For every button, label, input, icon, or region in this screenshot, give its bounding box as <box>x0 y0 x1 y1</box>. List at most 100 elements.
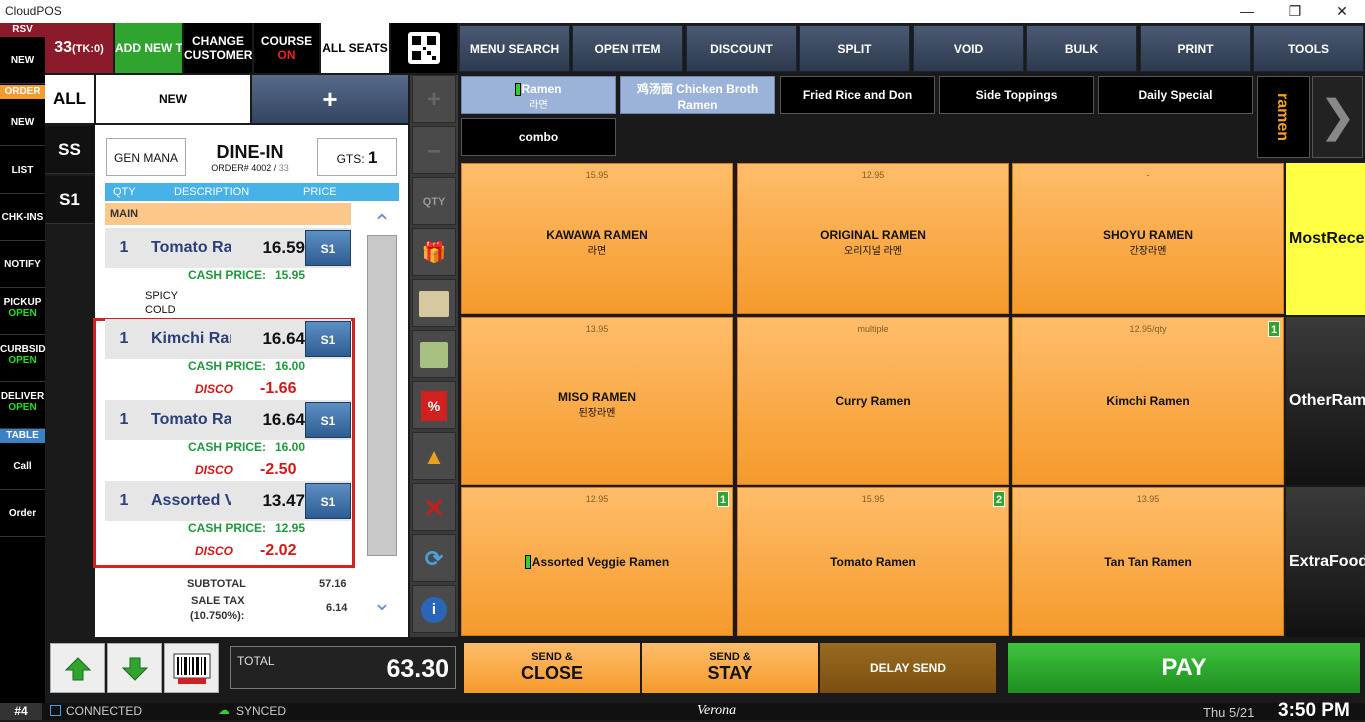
menu-item-tile[interactable]: 13.95 Tan Tan Ramen <box>1012 487 1284 636</box>
menu-item-tile[interactable]: 12.95/qty Kimchi Ramen 1 <box>1012 317 1284 485</box>
add-seat-button[interactable]: + <box>252 75 408 123</box>
decrease-qty-icon[interactable]: – <box>412 126 456 174</box>
ticket-item[interactable]: 1 Tomato Ramen 16.64 S1 <box>105 400 351 440</box>
list-button[interactable]: LIST <box>0 147 45 194</box>
scroll-down-icon[interactable]: ⌄ <box>367 590 397 615</box>
server-name[interactable]: GEN MANA <box>106 138 186 176</box>
location-name: Verona <box>697 703 737 718</box>
course-button[interactable]: COURSE ON <box>254 23 319 73</box>
seat-button[interactable]: S1 <box>305 230 351 266</box>
group-other-ramen[interactable]: OtherRamen <box>1286 317 1365 485</box>
memo-icon[interactable] <box>412 279 456 327</box>
change-label: CHANGE <box>191 34 244 48</box>
delay-send-button[interactable]: DELAY SEND <box>820 643 996 693</box>
call-button[interactable]: Call <box>0 443 45 490</box>
pickup-button[interactable]: PICKUP OPEN <box>0 288 45 335</box>
move-down-button[interactable] <box>107 643 162 693</box>
fire-icon[interactable]: ▲ <box>412 432 456 480</box>
ticket-item[interactable]: 1 Assorted Veggie Ramen 13.47 S1 <box>105 481 351 521</box>
percent-off-icon[interactable]: % <box>412 381 456 429</box>
barcode-button[interactable] <box>164 643 219 693</box>
tile-count-badge: 1 <box>1268 321 1280 337</box>
info-icon[interactable]: i <box>412 585 456 633</box>
close-icon[interactable]: ✕ <box>1330 2 1354 20</box>
checklist-icon[interactable] <box>412 330 456 378</box>
group-most-recent[interactable]: MostRecent <box>1286 163 1365 315</box>
menu-item-tile[interactable]: 15.95 Tomato Ramen 2 <box>737 487 1009 636</box>
subtotal-value: 57.16 <box>319 578 347 590</box>
tab-new[interactable]: NEW <box>96 75 250 123</box>
next-page-icon[interactable]: ❯ <box>1312 76 1363 158</box>
menu-open-item-button[interactable]: OPEN ITEM <box>572 25 683 72</box>
menu-bulk-button[interactable]: BULK <box>1026 25 1137 72</box>
order-new-button[interactable]: NEW <box>0 99 45 146</box>
menu-item-tile[interactable]: 12.95 ORIGINAL RAMEN 오리지널 라멘 <box>737 163 1009 314</box>
menu-item-tile[interactable]: - SHOYU RAMEN 간장라멘 <box>1012 163 1284 314</box>
restore-icon[interactable]: ❐ <box>1283 2 1307 20</box>
menu-item-tile[interactable]: 15.95 KAWAWA RAMEN 라면 <box>461 163 733 314</box>
delivery-button[interactable]: DELIVER OPEN <box>0 382 45 429</box>
tax-rate: (10.750%): <box>190 610 245 622</box>
seat-button[interactable]: S1 <box>305 402 351 438</box>
notify-button[interactable]: NOTIFY <box>0 241 45 288</box>
category-chicken-broth[interactable]: 鸡汤面 Chicken Broth Ramen <box>620 76 775 114</box>
send-close-top: SEND & <box>531 651 573 663</box>
tile-price: 13.95 <box>1136 494 1160 504</box>
date-display: Thu 5/21 <box>1203 705 1255 720</box>
tab-ss[interactable]: SS <box>45 126 94 174</box>
ticket-item[interactable]: 1 Tomato Ramen 16.59 S1 <box>105 228 351 268</box>
menu-split-button[interactable]: SPLIT <box>799 25 910 72</box>
subtotal-label: SUBTOTAL <box>187 578 246 590</box>
pay-button[interactable]: PAY <box>1008 643 1360 693</box>
send-close-button[interactable]: SEND & CLOSE <box>464 643 640 693</box>
ticket-item[interactable]: 1 Kimchi Ramen 16.64 S1 <box>105 319 351 359</box>
all-seats-button[interactable]: ALL SEATS <box>321 23 389 73</box>
menu-item-tile[interactable]: multiple Curry Ramen <box>737 317 1009 485</box>
category-combo[interactable]: combo <box>461 118 616 156</box>
category-daily-special[interactable]: Daily Special <box>1098 76 1253 114</box>
add-new-ticket-button[interactable]: ADD NEW T <box>115 23 182 73</box>
menu-void-button[interactable]: VOID <box>913 25 1024 72</box>
gift-icon[interactable]: 🎁 <box>412 228 456 276</box>
move-up-button[interactable] <box>50 643 105 693</box>
menu-item-tile[interactable]: 13.95 MISO RAMEN 된장라멘 <box>461 317 733 485</box>
group-extra-food[interactable]: ExtraFood <box>1286 487 1365 637</box>
increase-qty-icon[interactable]: + <box>412 75 456 123</box>
qr-code-icon <box>408 32 440 64</box>
menu-menu-search-button[interactable]: MENU SEARCH <box>459 25 570 72</box>
category-ramen[interactable]: Ramen 라면 <box>461 76 616 114</box>
category-fried-rice[interactable]: Fried Rice and Don <box>780 76 935 114</box>
delete-icon[interactable]: ✕ <box>412 483 456 531</box>
item-name: Kimchi Ramen <box>151 330 231 347</box>
menu-print-button[interactable]: PRINT <box>1140 25 1251 72</box>
seat-button[interactable]: S1 <box>305 321 351 357</box>
curbside-status: OPEN <box>8 355 37 366</box>
guests-count[interactable]: GTS: 1 <box>317 138 397 176</box>
curbside-button[interactable]: CURBSID OPEN <box>0 335 46 382</box>
total-value: 63.30 <box>386 655 449 683</box>
order-button[interactable]: Order <box>0 490 45 537</box>
refresh-icon[interactable]: ⟳ <box>412 534 456 582</box>
tab-all[interactable]: ALL <box>45 75 94 123</box>
tab-s1[interactable]: S1 <box>45 176 94 224</box>
category-side-toppings[interactable]: Side Toppings <box>939 76 1094 114</box>
minimize-icon[interactable]: — <box>1235 2 1259 20</box>
rsv-new-button[interactable]: NEW <box>0 37 45 84</box>
menu-discount-button[interactable]: DISCOUNT <box>686 25 797 72</box>
menu-tools-button[interactable]: TOOLS <box>1253 25 1364 72</box>
scrollbar[interactable] <box>367 235 397 556</box>
seat-button[interactable]: S1 <box>305 483 351 519</box>
tile-price: multiple <box>857 324 889 334</box>
table-number[interactable]: 33(TK:0) <box>45 23 113 73</box>
qty-button[interactable]: QTY <box>412 177 456 225</box>
checkins-button[interactable]: CHK-INS <box>0 194 45 241</box>
tile-price: - <box>1146 170 1150 180</box>
category-group-label[interactable]: ramen <box>1257 76 1310 158</box>
order-type-block: DINE-IN ORDER# 4002 / 33 <box>195 142 305 173</box>
tile-name: Tan Tan Ramen <box>1013 555 1283 569</box>
send-stay-button[interactable]: SEND & STAY <box>642 643 818 693</box>
change-customer-button[interactable]: CHANGE CUSTOMER <box>184 23 252 73</box>
scroll-up-icon[interactable]: ⌃ <box>367 210 397 235</box>
menu-item-tile[interactable]: 12.95 Assorted Veggie Ramen 1 <box>461 487 733 636</box>
qr-button[interactable] <box>391 23 457 73</box>
